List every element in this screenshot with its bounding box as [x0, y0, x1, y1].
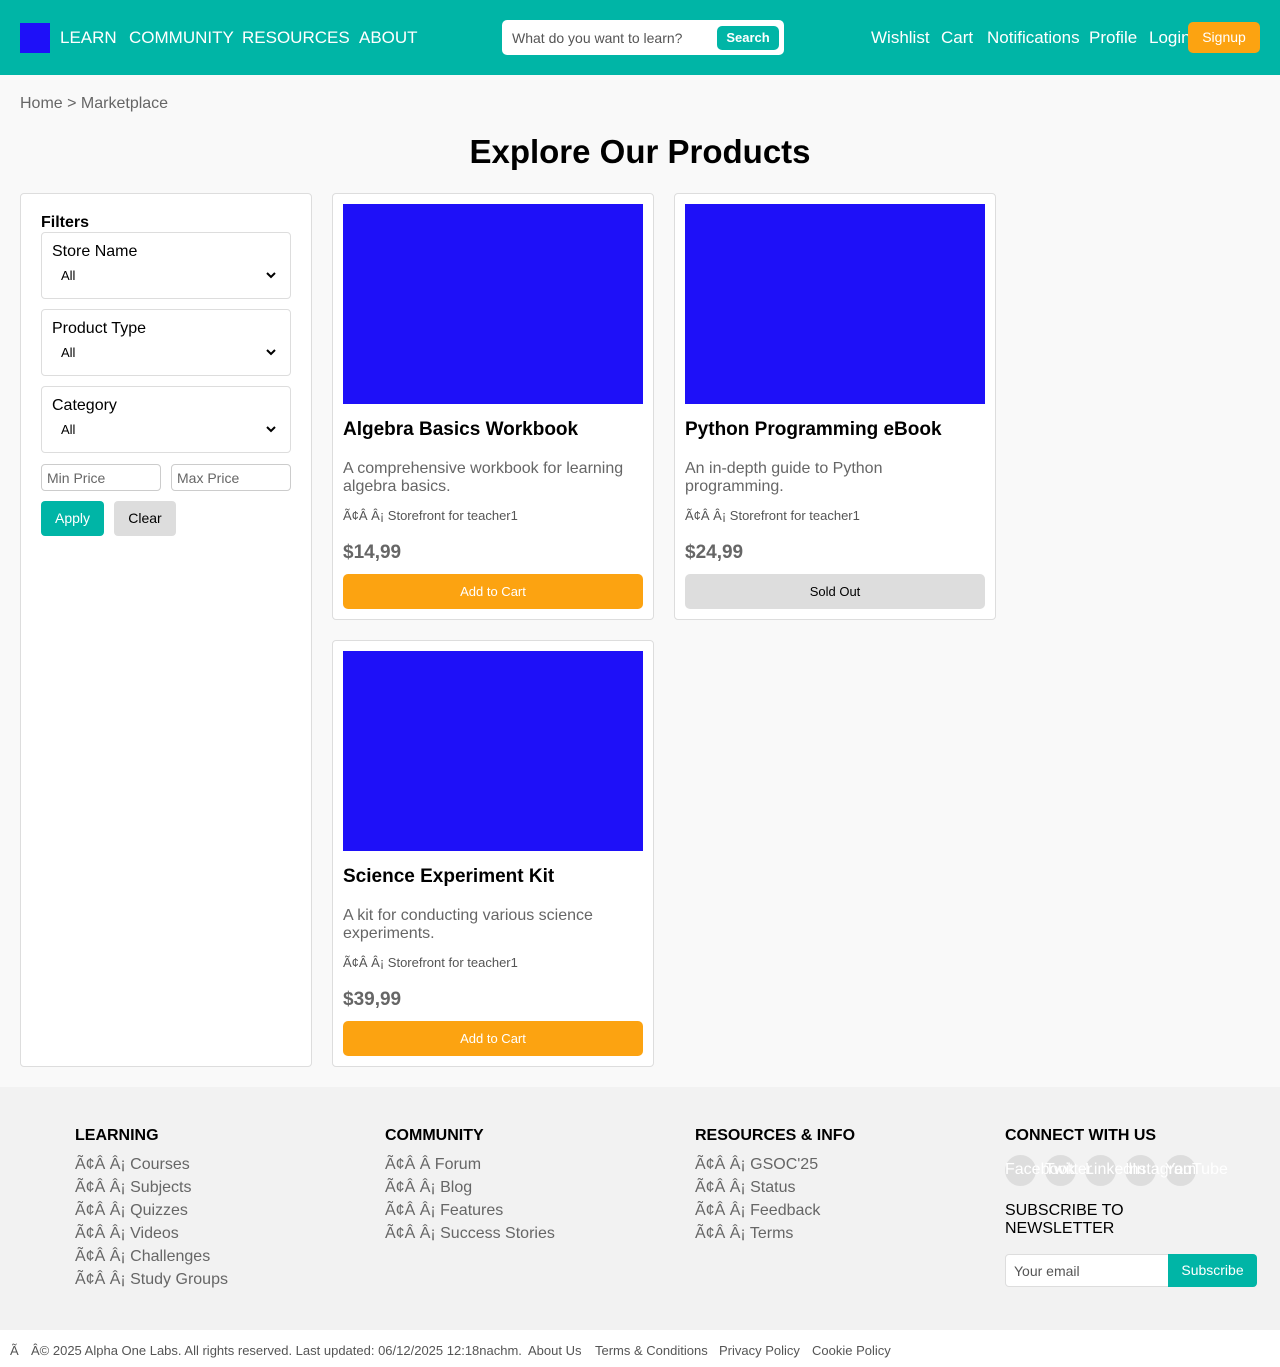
filters-panel: Filters Store Name All Product Type All … [20, 193, 312, 1067]
site-logo[interactable] [20, 23, 50, 53]
subscribe-button[interactable]: Subscribe [1168, 1254, 1257, 1287]
youtube-label: YouTube [1165, 1161, 1228, 1178]
footer-heading: COMMUNITY [385, 1127, 484, 1144]
footer-link-quizzes[interactable]: Ã¢Â Â¡ Quizzes [75, 1199, 228, 1222]
product-type-filter: Product Type All [41, 309, 291, 376]
footer-link-feedback[interactable]: Ã¢Â Â¡ Feedback [695, 1199, 855, 1222]
product-card: Algebra Basics Workbook A comprehensive … [332, 193, 654, 620]
product-image[interactable] [343, 204, 643, 404]
copyright-text: Â© 2025 Alpha One Labs. All rights reser… [31, 1343, 522, 1358]
bottom-prefix: Ã [10, 1343, 19, 1358]
product-type-value: All [61, 345, 76, 360]
newsletter-title: SUBSCRIBE TO NEWSLETTER [1005, 1202, 1124, 1237]
product-image[interactable] [685, 204, 985, 404]
footer-link-challenges[interactable]: Ã¢Â Â¡ Challenges [75, 1245, 228, 1268]
breadcrumb-separator: > [62, 95, 81, 112]
top-navbar: LEARN COMMUNITY RESOURCES ABOUT Search W… [0, 0, 1280, 75]
category-label: Category [52, 397, 117, 414]
footer-link-features[interactable]: Ã¢Â Â¡ Features [385, 1199, 555, 1222]
footer-heading: CONNECT WITH US [1005, 1127, 1157, 1144]
store-name-value: All [61, 268, 76, 283]
nav-login[interactable]: Login [1149, 28, 1191, 47]
footer-resources: RESOURCES & INFO Ã¢Â Â¡ GSOC'25 Ã¢Â Â¡ S… [695, 1127, 855, 1245]
footer-learning: LEARNING Ã¢Â Â¡ Courses Ã¢Â Â¡ Subjects … [75, 1127, 228, 1291]
product-store[interactable]: Ã¢Â Â¡ Storefront for teacher1 [685, 508, 860, 523]
nav-wishlist[interactable]: Wishlist [871, 28, 930, 47]
nav-notifications[interactable]: Notifications [987, 28, 1080, 47]
footer-link-courses[interactable]: Ã¢Â Â¡ Courses [75, 1153, 228, 1176]
nav-resources[interactable]: RESOURCES [242, 28, 350, 47]
footer-link-blog[interactable]: Ã¢Â Â¡ Blog [385, 1176, 555, 1199]
breadcrumb: Home > Marketplace [20, 95, 168, 113]
product-description: An in-depth guide to Python programming. [685, 460, 883, 495]
nav-about[interactable]: ABOUT [359, 28, 418, 47]
store-name-filter: Store Name All [41, 232, 291, 299]
product-type-select[interactable]: All [52, 344, 282, 364]
store-name-label: Store Name [52, 243, 138, 260]
footer-connect: CONNECT WITH US [1005, 1127, 1156, 1153]
bottom-bar: Ã Â© 2025 Alpha One Labs. All rights res… [0, 1330, 1280, 1367]
search-button[interactable]: Search [717, 26, 779, 50]
bottom-link-terms[interactable]: Terms & Conditions [595, 1343, 708, 1358]
footer-heading: LEARNING [75, 1127, 159, 1144]
max-price-input[interactable] [171, 464, 291, 491]
breadcrumb-home[interactable]: Home [20, 95, 63, 112]
chevron-down-icon [266, 349, 276, 356]
product-price: $39,99 [343, 989, 402, 1010]
nav-learn[interactable]: LEARN [60, 28, 117, 47]
product-card: Python Programming eBook An in-depth gui… [674, 193, 996, 620]
footer: LEARNING Ã¢Â Â¡ Courses Ã¢Â Â¡ Subjects … [0, 1087, 1280, 1330]
product-price: $24,99 [685, 542, 744, 563]
chevron-down-icon [266, 272, 276, 279]
apply-button[interactable]: Apply [41, 501, 104, 536]
social-links: Facebook Twitter LinkedIn Instagram YouT… [1005, 1155, 1235, 1187]
min-price-input[interactable] [41, 464, 161, 491]
product-store[interactable]: Ã¢Â Â¡ Storefront for teacher1 [343, 955, 518, 970]
footer-link-study-groups[interactable]: Ã¢Â Â¡ Study Groups [75, 1268, 228, 1291]
product-title[interactable]: Science Experiment Kit [343, 866, 554, 888]
nav-community[interactable]: COMMUNITY [129, 28, 234, 47]
product-description: A comprehensive workbook for learning al… [343, 460, 624, 495]
category-select[interactable]: All [52, 421, 282, 441]
filters-title: Filters [41, 214, 90, 231]
add-to-cart-button[interactable]: Add to Cart [343, 574, 643, 609]
store-name-select[interactable]: All [52, 267, 282, 287]
product-price: $14,99 [343, 542, 402, 563]
sold-out-button: Sold Out [685, 574, 985, 609]
add-to-cart-button[interactable]: Add to Cart [343, 1021, 643, 1056]
breadcrumb-current: Marketplace [80, 95, 169, 112]
footer-link-forum[interactable]: Ã¢Â Â Forum [385, 1153, 555, 1176]
nav-cart[interactable]: Cart [941, 28, 973, 47]
product-title[interactable]: Algebra Basics Workbook [343, 419, 578, 441]
product-type-label: Product Type [52, 320, 146, 337]
footer-link-terms[interactable]: Ã¢Â Â¡ Terms [695, 1222, 855, 1245]
footer-community: COMMUNITY Ã¢Â Â Forum Ã¢Â Â¡ Blog Ã¢Â Â¡… [385, 1127, 555, 1245]
search-input[interactable] [504, 22, 714, 53]
bottom-link-cookie[interactable]: Cookie Policy [812, 1343, 891, 1358]
nav-profile[interactable]: Profile [1089, 28, 1137, 47]
newsletter-email-input[interactable] [1005, 1254, 1169, 1287]
footer-link-gsoc[interactable]: Ã¢Â Â¡ GSOC'25 [695, 1153, 855, 1176]
footer-link-success-stories[interactable]: Ã¢Â Â¡ Success Stories [385, 1222, 555, 1245]
footer-link-subjects[interactable]: Ã¢Â Â¡ Subjects [75, 1176, 228, 1199]
search-bar: Search [502, 20, 784, 55]
page-title: Explore Our Products [469, 133, 811, 170]
bottom-link-about[interactable]: About Us [528, 1343, 581, 1358]
clear-button[interactable]: Clear [114, 501, 176, 536]
chevron-down-icon [266, 426, 276, 433]
signup-button[interactable]: Signup [1188, 22, 1260, 53]
category-value: All [61, 422, 76, 437]
product-store[interactable]: Ã¢Â Â¡ Storefront for teacher1 [343, 508, 518, 523]
product-description: A kit for conducting various science exp… [343, 907, 593, 942]
footer-link-status[interactable]: Ã¢Â Â¡ Status [695, 1176, 855, 1199]
bottom-link-privacy[interactable]: Privacy Policy [719, 1343, 800, 1358]
product-card: Science Experiment Kit A kit for conduct… [332, 640, 654, 1067]
footer-link-videos[interactable]: Ã¢Â Â¡ Videos [75, 1222, 228, 1245]
footer-heading: RESOURCES & INFO [695, 1127, 856, 1144]
product-image[interactable] [343, 651, 643, 851]
product-title[interactable]: Python Programming eBook [685, 419, 942, 441]
category-filter: Category All [41, 386, 291, 453]
